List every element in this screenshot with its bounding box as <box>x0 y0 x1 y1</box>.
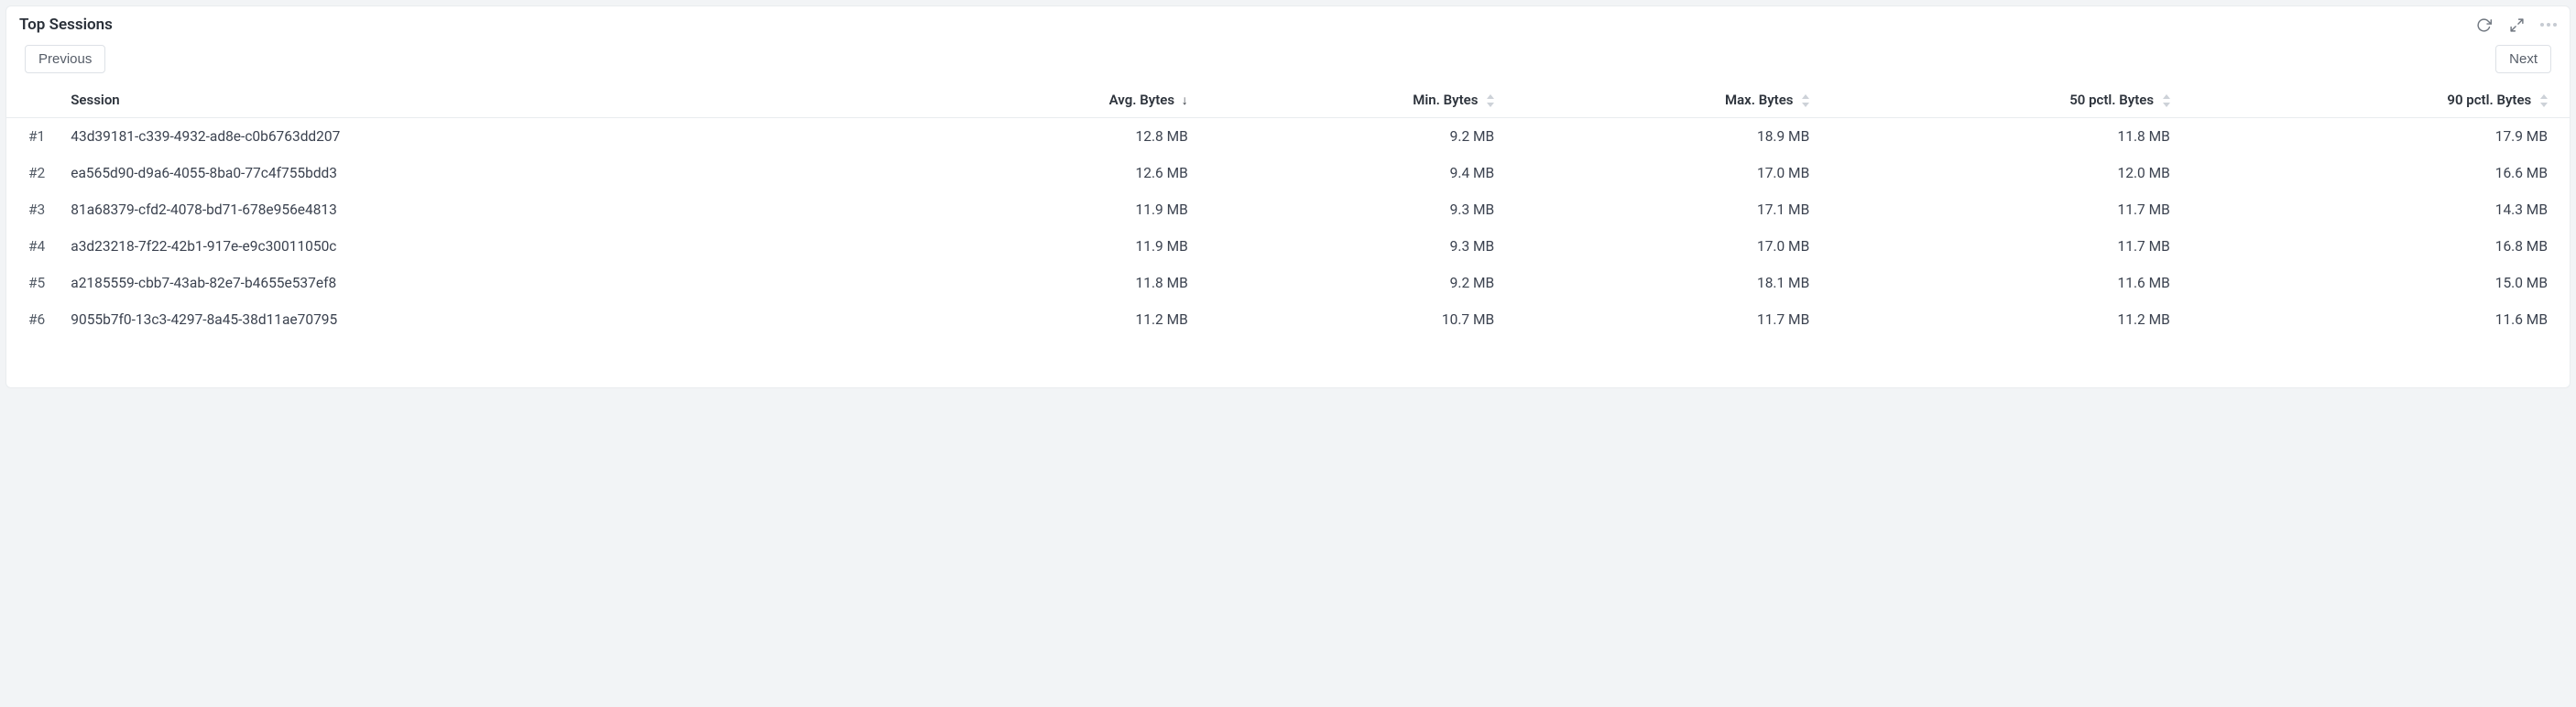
cell-avg-bytes: 11.8 MB <box>901 265 1200 301</box>
sort-icon <box>1487 94 1494 107</box>
column-label: Min. Bytes <box>1413 92 1478 108</box>
table-body: #143d39181-c339-4932-ad8e-c0b6763dd20712… <box>6 118 2570 339</box>
cell-max-bytes: 18.9 MB <box>1507 118 1822 156</box>
cell-max-bytes: 11.7 MB <box>1507 301 1822 338</box>
table-row[interactable]: #69055b7f0-13c3-4297-8a45-38d11ae7079511… <box>6 301 2570 338</box>
next-button[interactable]: Next <box>2495 45 2551 73</box>
cell-p50-bytes: 11.2 MB <box>1822 301 2183 338</box>
table-row[interactable]: #143d39181-c339-4932-ad8e-c0b6763dd20712… <box>6 118 2570 156</box>
column-header-p50-bytes[interactable]: 50 pctl. Bytes <box>1822 82 2183 118</box>
column-label: Max. Bytes <box>1725 92 1794 108</box>
column-header-avg-bytes[interactable]: Avg. Bytes ↓ <box>901 82 1200 118</box>
table-header-row: Session Avg. Bytes ↓ Min. Bytes Max. Byt… <box>6 82 2570 118</box>
cell-rank: #5 <box>6 265 58 301</box>
cell-session: 9055b7f0-13c3-4297-8a45-38d11ae70795 <box>58 301 901 338</box>
column-header-session[interactable]: Session <box>58 82 901 118</box>
cell-p90-bytes: 11.6 MB <box>2183 301 2570 338</box>
cell-min-bytes: 9.2 MB <box>1201 118 1507 156</box>
cell-p50-bytes: 11.7 MB <box>1822 191 2183 228</box>
cell-max-bytes: 18.1 MB <box>1507 265 1822 301</box>
cell-avg-bytes: 11.2 MB <box>901 301 1200 338</box>
cell-p90-bytes: 17.9 MB <box>2183 118 2570 156</box>
cell-p90-bytes: 14.3 MB <box>2183 191 2570 228</box>
pagination-row: Previous Next <box>6 39 2570 82</box>
panel-title: Top Sessions <box>19 16 113 34</box>
more-options-icon[interactable] <box>2540 23 2557 27</box>
cell-p50-bytes: 11.8 MB <box>1822 118 2183 156</box>
cell-p90-bytes: 16.6 MB <box>2183 155 2570 191</box>
column-label: 90 pctl. Bytes <box>2447 92 2531 108</box>
cell-session: 43d39181-c339-4932-ad8e-c0b6763dd207 <box>58 118 901 156</box>
cell-rank: #1 <box>6 118 58 156</box>
cell-min-bytes: 9.4 MB <box>1201 155 1507 191</box>
column-header-rank <box>6 82 58 118</box>
cell-avg-bytes: 12.6 MB <box>901 155 1200 191</box>
cell-rank: #2 <box>6 155 58 191</box>
table-row[interactable]: #4a3d23218-7f22-42b1-917e-e9c30011050c11… <box>6 228 2570 265</box>
cell-avg-bytes: 11.9 MB <box>901 228 1200 265</box>
cell-p50-bytes: 11.6 MB <box>1822 265 2183 301</box>
top-sessions-panel: Top Sessions Previous <box>5 5 2571 388</box>
sort-icon <box>2163 94 2170 107</box>
expand-icon[interactable] <box>2507 16 2526 34</box>
cell-rank: #3 <box>6 191 58 228</box>
column-label: Session <box>71 92 119 108</box>
cell-max-bytes: 17.1 MB <box>1507 191 1822 228</box>
cell-p50-bytes: 11.7 MB <box>1822 228 2183 265</box>
refresh-icon[interactable] <box>2474 16 2493 34</box>
sessions-table: Session Avg. Bytes ↓ Min. Bytes Max. Byt… <box>6 82 2570 338</box>
cell-rank: #4 <box>6 228 58 265</box>
cell-session: 81a68379-cfd2-4078-bd71-678e956e4813 <box>58 191 901 228</box>
column-header-p90-bytes[interactable]: 90 pctl. Bytes <box>2183 82 2570 118</box>
sort-icon <box>1802 94 1809 107</box>
cell-avg-bytes: 12.8 MB <box>901 118 1200 156</box>
column-header-min-bytes[interactable]: Min. Bytes <box>1201 82 1507 118</box>
cell-session: ea565d90-d9a6-4055-8ba0-77c4f755bdd3 <box>58 155 901 191</box>
cell-min-bytes: 9.3 MB <box>1201 228 1507 265</box>
sort-desc-icon: ↓ <box>1182 92 1188 108</box>
column-header-max-bytes[interactable]: Max. Bytes <box>1507 82 1822 118</box>
cell-p50-bytes: 12.0 MB <box>1822 155 2183 191</box>
cell-session: a2185559-cbb7-43ab-82e7-b4655e537ef8 <box>58 265 901 301</box>
panel-header: Top Sessions <box>6 6 2570 39</box>
previous-button[interactable]: Previous <box>25 45 105 73</box>
cell-session: a3d23218-7f22-42b1-917e-e9c30011050c <box>58 228 901 265</box>
column-label: 50 pctl. Bytes <box>2069 92 2154 108</box>
cell-rank: #6 <box>6 301 58 338</box>
cell-min-bytes: 9.3 MB <box>1201 191 1507 228</box>
cell-max-bytes: 17.0 MB <box>1507 155 1822 191</box>
panel-actions <box>2474 16 2557 34</box>
table-row[interactable]: #2ea565d90-d9a6-4055-8ba0-77c4f755bdd312… <box>6 155 2570 191</box>
column-label: Avg. Bytes <box>1109 92 1174 108</box>
cell-avg-bytes: 11.9 MB <box>901 191 1200 228</box>
cell-max-bytes: 17.0 MB <box>1507 228 1822 265</box>
table-row[interactable]: #381a68379-cfd2-4078-bd71-678e956e481311… <box>6 191 2570 228</box>
cell-min-bytes: 10.7 MB <box>1201 301 1507 338</box>
cell-min-bytes: 9.2 MB <box>1201 265 1507 301</box>
table-row[interactable]: #5a2185559-cbb7-43ab-82e7-b4655e537ef811… <box>6 265 2570 301</box>
cell-p90-bytes: 15.0 MB <box>2183 265 2570 301</box>
cell-p90-bytes: 16.8 MB <box>2183 228 2570 265</box>
sort-icon <box>2540 94 2548 107</box>
